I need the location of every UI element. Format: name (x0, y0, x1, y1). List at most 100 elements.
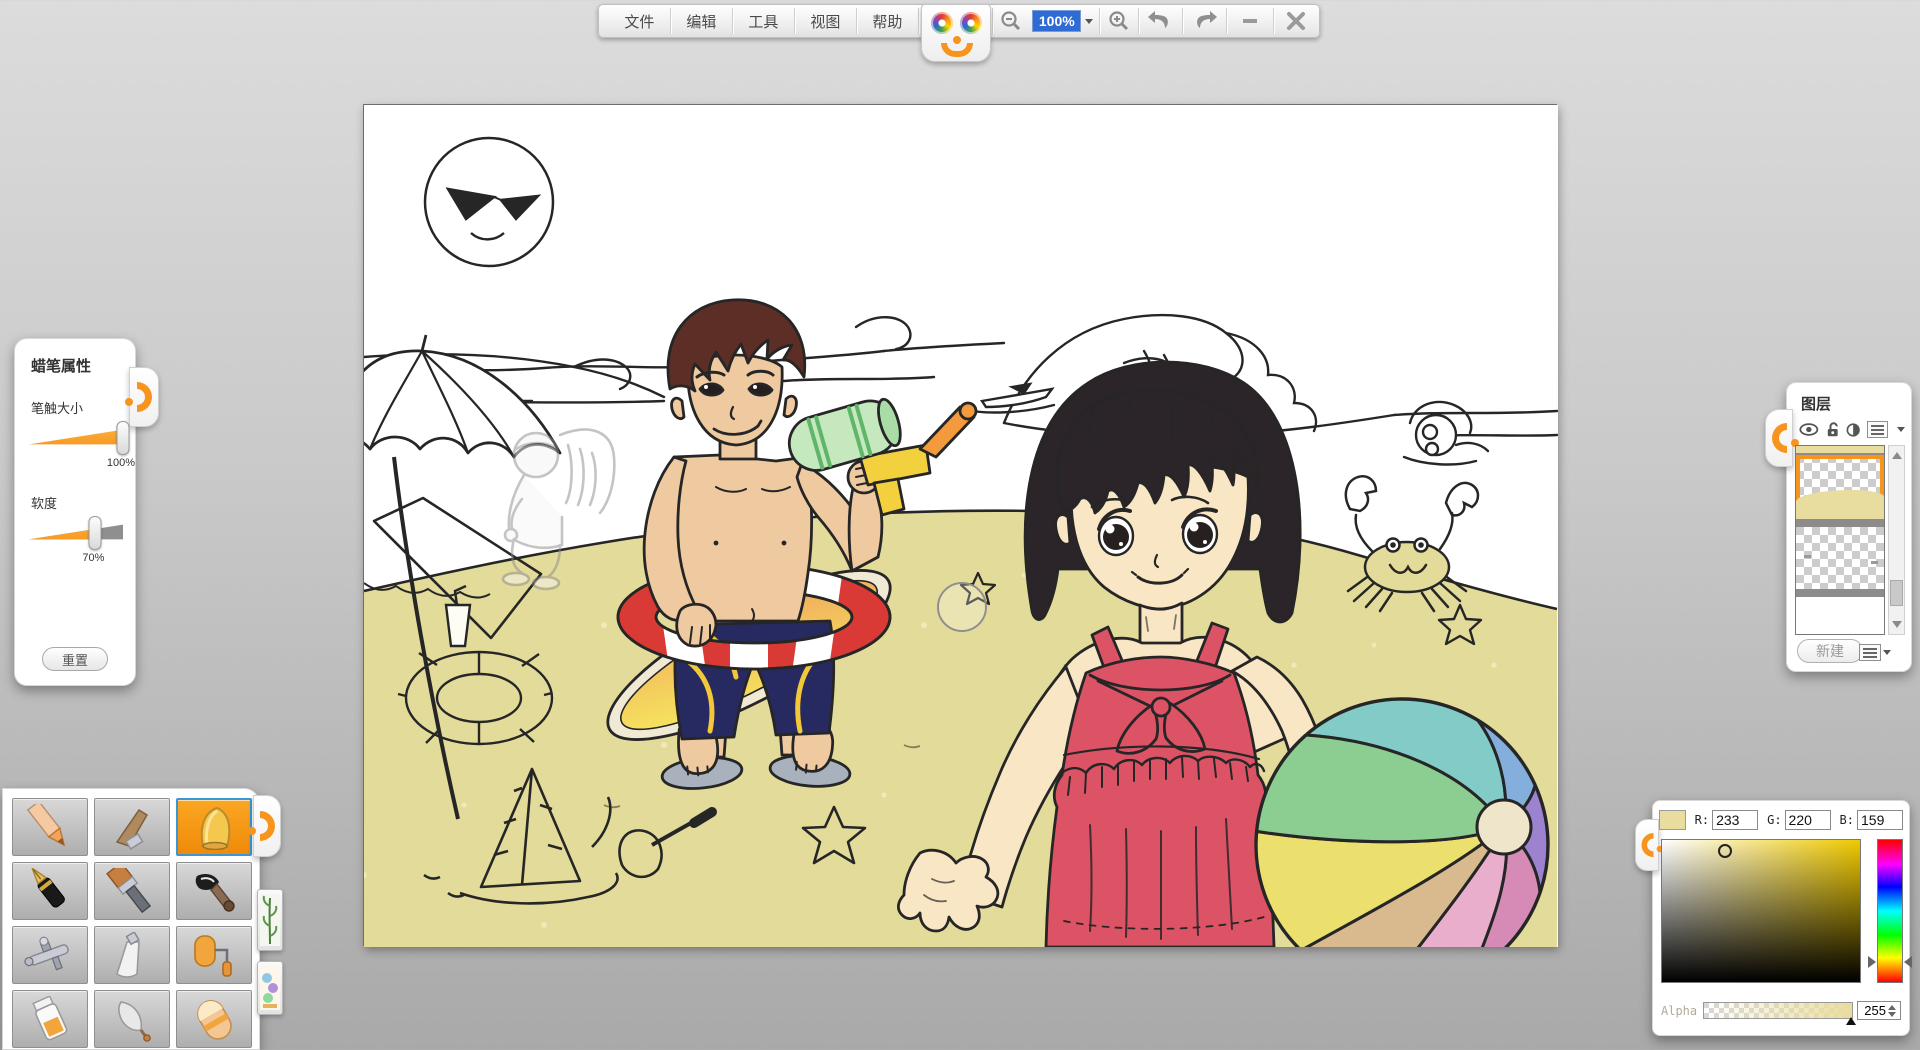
hue-marker-left[interactable] (1868, 956, 1876, 968)
zoom-in-button[interactable] (1100, 5, 1137, 37)
brush-size-handle[interactable] (117, 421, 130, 455)
rainbow-eye-icon (960, 12, 982, 34)
color-collapse-tab[interactable] (1635, 819, 1659, 871)
blend-mode-menu-icon[interactable] (1867, 421, 1888, 438)
close-button[interactable] (1274, 5, 1319, 37)
alpha-spinner[interactable] (1888, 1005, 1896, 1017)
layer-thumbnail-background[interactable] (1796, 597, 1884, 635)
softness-label: 软度 (15, 471, 135, 518)
zoom-level-field[interactable]: 100% (1032, 10, 1081, 32)
drawing-canvas[interactable] (363, 104, 1557, 946)
crayon-icon (185, 804, 243, 850)
paint-roller-icon (185, 932, 243, 978)
brush-size-slider[interactable] (29, 423, 123, 453)
menu-view[interactable]: 视图 (795, 5, 856, 37)
visibility-eye-icon[interactable] (1799, 422, 1819, 437)
scroll-up-icon[interactable] (1892, 452, 1902, 459)
color-picker-panel: R: G: B: Alpha (1652, 800, 1910, 1036)
tool-ink-brush[interactable] (176, 862, 252, 920)
sticker-tool-button[interactable] (257, 961, 283, 1015)
current-color-swatch (1659, 810, 1686, 830)
redo-icon (1192, 9, 1218, 33)
paintbrush-icon (103, 868, 161, 914)
panel-title: 蜡笔属性 (15, 339, 135, 376)
layer-list (1795, 445, 1885, 635)
hue-marker-right[interactable] (1904, 956, 1912, 968)
orange-crescent-icon (1641, 833, 1653, 857)
saturation-value-field[interactable] (1661, 839, 1861, 983)
sv-cursor[interactable] (1718, 844, 1732, 858)
new-layer-button[interactable]: 新建 (1797, 639, 1863, 663)
tool-crayon-selected[interactable] (176, 798, 252, 856)
orange-crescent-icon (137, 382, 152, 412)
layer-thumbnail-partial[interactable] (1796, 446, 1884, 455)
alpha-slider[interactable] (1703, 1002, 1853, 1019)
redo-button[interactable] (1183, 5, 1226, 37)
layer-thumbnail-selected[interactable] (1796, 455, 1884, 519)
tool-paintbrush[interactable] (94, 862, 170, 920)
lock-icon[interactable] (1826, 421, 1839, 438)
leaf-blade-icon (103, 996, 161, 1042)
foliage-icon (260, 894, 280, 946)
orange-crescent-icon (1772, 423, 1787, 453)
tool-pastel-stick[interactable] (94, 798, 170, 856)
scroll-down-icon[interactable] (1892, 621, 1902, 628)
tool-eraser[interactable] (176, 990, 252, 1048)
tool-palette-knife[interactable] (94, 926, 170, 984)
softness-slider[interactable] (29, 518, 123, 548)
clown-logo-tab (921, 4, 991, 62)
alpha-label: Alpha (1661, 1004, 1697, 1018)
red-input[interactable] (1712, 810, 1758, 830)
foliage-tool-button[interactable] (257, 889, 283, 951)
layer-content-sand (1796, 490, 1884, 519)
opacity-contrast-icon[interactable] (1846, 422, 1860, 438)
menu-edit[interactable]: 编辑 (671, 5, 732, 37)
hue-slider[interactable] (1877, 839, 1903, 983)
crayon-properties-panel: 蜡笔属性 笔触大小 100% 软度 70% 重置 (14, 338, 136, 686)
menu-tools[interactable]: 工具 (733, 5, 794, 37)
layer-options-menu-icon[interactable] (1859, 644, 1881, 661)
minimize-button[interactable] (1227, 5, 1272, 37)
undo-button[interactable] (1139, 5, 1182, 37)
panel-collapse-tab[interactable] (129, 367, 159, 427)
tool-colored-pencil[interactable] (12, 798, 88, 856)
magnifier-minus-icon (999, 9, 1023, 33)
reset-button[interactable]: 重置 (42, 647, 108, 671)
menu-help[interactable]: 帮助 (857, 5, 918, 37)
brush-size-label: 笔触大小 (15, 376, 135, 423)
menu-file[interactable]: 文件 (609, 5, 670, 37)
zoom-out-button[interactable] (993, 5, 1030, 37)
close-icon (1285, 10, 1307, 32)
tool-paint-bottle[interactable] (12, 990, 88, 1048)
palette-knife-icon (103, 932, 161, 978)
layer-options-caret[interactable] (1883, 650, 1891, 655)
scroll-thumb[interactable] (1890, 580, 1903, 606)
softness-handle[interactable] (88, 516, 101, 550)
main-toolbar: 文件 编辑 工具 视图 帮助 100% (598, 4, 1320, 38)
alpha-marker[interactable] (1846, 1017, 1856, 1025)
brush-size-value: 100% (107, 457, 135, 469)
tool-fountain-pen[interactable] (12, 862, 88, 920)
tool-paint-roller[interactable] (176, 926, 252, 984)
layers-collapse-tab[interactable] (1765, 409, 1793, 467)
blue-label: B: (1840, 813, 1854, 827)
tool-airbrush[interactable] (12, 926, 88, 984)
layer-divider (1796, 519, 1884, 527)
blue-input[interactable] (1857, 810, 1903, 830)
blend-mode-caret[interactable] (1897, 427, 1905, 432)
rainbow-eye-icon (931, 12, 953, 34)
tool-leaf-blade[interactable] (94, 990, 170, 1048)
layer-thumbnail-lineart[interactable] (1796, 527, 1884, 589)
alpha-input[interactable] (1858, 1003, 1886, 1018)
alpha-value-field (1857, 1001, 1901, 1020)
palette-collapse-tab[interactable] (253, 795, 281, 857)
pastel-stick-icon (103, 804, 161, 850)
layer-scrollbar[interactable] (1888, 445, 1905, 635)
ink-brush-icon (185, 868, 243, 914)
fountain-pen-icon (21, 868, 79, 914)
red-label: R: (1695, 813, 1709, 827)
clown-smile-icon (941, 43, 973, 57)
eraser-icon (185, 996, 243, 1042)
zoom-dropdown-caret[interactable] (1085, 19, 1093, 24)
green-input[interactable] (1785, 810, 1831, 830)
